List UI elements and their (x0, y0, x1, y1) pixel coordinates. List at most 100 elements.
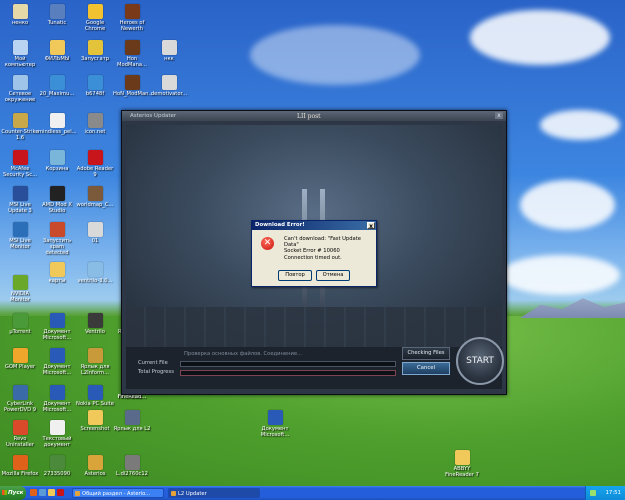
desktop-icon[interactable]: Screenshot (76, 410, 114, 433)
cancel-button[interactable]: Cancel (402, 362, 450, 375)
explorer-icon[interactable] (39, 489, 46, 496)
shortcut-icon (454, 450, 470, 465)
updater-icon (171, 491, 176, 496)
desktop-icon-label: HoN_ModMan... (113, 91, 154, 97)
desktop-icon-label: Ventrilo (85, 329, 105, 335)
desktop-icon[interactable]: Asterios (76, 455, 114, 478)
desktop-icon[interactable]: Hon ModMana... (113, 40, 151, 69)
desktop-icon-label: Heroes of Newerth (119, 20, 145, 32)
browser-icon (75, 491, 80, 496)
desktop-icon[interactable]: Nokia PC Suite (76, 385, 114, 408)
desktop-icon[interactable]: Google Chrome (76, 4, 114, 33)
desktop-icon[interactable]: Ventrilo (76, 313, 114, 336)
desktop-icon[interactable]: Tunatic (38, 4, 76, 27)
shortcut-icon (124, 75, 140, 90)
desktop-icon[interactable]: Adobe Reader 9 (76, 150, 114, 179)
checking-files-button[interactable]: Checking Files (402, 347, 450, 360)
taskbar-task-forum[interactable]: Общий раздел - Asterio... (72, 488, 164, 498)
desktop-icon[interactable]: ABBYY FineReader 7 (443, 450, 481, 479)
desktop-icon[interactable]: McAfee Security Sc... (1, 150, 39, 179)
wallpaper-cloud (500, 255, 620, 295)
desktop-icon[interactable]: L.di2760c12 (113, 455, 151, 478)
shortcut-icon (49, 186, 65, 201)
desktop-icon[interactable]: ФИЛЬМЫ (38, 40, 76, 63)
updater-title: Asterios Updater (130, 113, 177, 119)
shortcut-icon (87, 113, 103, 128)
updater-close-button[interactable]: x (495, 112, 503, 119)
taskbar-task-updater[interactable]: L2 Updater (168, 488, 260, 498)
desktop-icon[interactable]: Revo Uninstaller (1, 420, 39, 449)
desktop-icon[interactable]: Heroes of Newerth (113, 4, 151, 33)
desktop-icon-label: Screenshot (80, 426, 110, 432)
desktop-icon[interactable]: Документ Microsoft... (256, 410, 294, 439)
status-message: Проверка основных файлов. Соединение... (184, 351, 302, 357)
desktop-icon[interactable]: worldmap_C... (76, 186, 114, 209)
desktop-icon[interactable]: demotivator... (150, 75, 188, 98)
error-message: Can't download: "Fast Update Data" (284, 236, 361, 248)
desktop-icon[interactable]: MSI Live Update 3 (1, 186, 39, 215)
desktop-icon-label: ненко (11, 20, 29, 26)
dialog-title: Download Error! (255, 222, 305, 228)
dialog-titlebar[interactable]: Download Error! x (252, 221, 376, 230)
start-menu-button[interactable]: Пуск (0, 486, 26, 500)
desktop-icon[interactable]: Запустить spam detected (38, 222, 76, 257)
shortcut-icon (87, 455, 103, 470)
shortcut-icon (87, 150, 103, 165)
task-label: L2 Updater (178, 491, 207, 497)
shortcut-icon (12, 420, 28, 435)
desktop-icon[interactable]: NVIDIA Monitor (1, 275, 39, 304)
shortcut-icon (124, 455, 140, 470)
desktop-icon[interactable]: Запусгатр (76, 40, 114, 63)
shortcut-icon (267, 410, 283, 425)
retry-button[interactable]: Повтор (278, 270, 312, 281)
desktop-icon[interactable]: mindless_pel... (38, 113, 77, 136)
desktop-icon-label: Revo Uninstaller (6, 436, 34, 448)
desktop-icon[interactable]: карты (38, 262, 76, 285)
folder-icon[interactable] (48, 489, 55, 496)
updater-titlebar[interactable]: Asterios Updater LII post x (122, 111, 506, 121)
network-icon[interactable] (590, 490, 596, 496)
total-progress-bar (180, 370, 396, 376)
desktop-icon[interactable]: ненко (1, 4, 39, 27)
app-icon[interactable] (57, 489, 64, 496)
desktop-icon[interactable]: icon.net (76, 113, 114, 136)
firefox-icon[interactable] (30, 489, 37, 496)
desktop-icon[interactable]: Ярлык для L2 (113, 410, 151, 433)
desktop-icon[interactable]: Сетевое окружение (1, 75, 39, 104)
desktop-icon[interactable]: Mozilla Firefox (1, 455, 39, 478)
desktop-icon[interactable]: b6748f (76, 75, 114, 98)
desktop-icon[interactable]: ventrilo-3.0... (76, 262, 114, 285)
shortcut-icon (49, 150, 65, 165)
shortcut-icon (87, 348, 103, 363)
shortcut-icon (161, 75, 177, 90)
desktop-icon[interactable]: Текстовый документ (38, 420, 76, 449)
desktop-icon-label: b6748f (85, 91, 105, 97)
dialog-cancel-button[interactable]: Отмена (316, 270, 350, 281)
desktop-icon[interactable]: 01 (76, 222, 114, 245)
desktop-icon[interactable]: Мой компьютер (1, 40, 39, 69)
dialog-close-button[interactable]: x (367, 222, 375, 230)
desktop-icon-label: Ярлык для L2 (113, 426, 151, 432)
desktop-icon[interactable]: AMD Mod X Studio (38, 186, 76, 215)
desktop-icon[interactable]: µTorrent (1, 313, 39, 336)
desktop-icon[interactable]: 20_Maximu... (38, 75, 76, 98)
shortcut-icon (49, 420, 65, 435)
desktop-icon-label: worldmap_C... (76, 202, 114, 208)
desktop-icon[interactable]: 27335090 (38, 455, 76, 478)
desktop-icon-label: MSI Live Monitor (9, 238, 31, 250)
desktop-icon[interactable]: CyberLink PowerDVD 9 (1, 385, 39, 414)
desktop-icon[interactable]: HoN_ModMan... (113, 75, 154, 98)
start-button[interactable]: START (456, 337, 504, 385)
desktop-icon[interactable]: GOM Player (1, 348, 39, 371)
shortcut-icon (12, 4, 28, 19)
desktop-icon[interactable]: Корзина (38, 150, 76, 173)
desktop-icon[interactable]: MSI Live Monitor (1, 222, 39, 251)
desktop-icon[interactable]: Документ Microsoft... (38, 348, 76, 377)
desktop-icon-label: Запустить spam detected (42, 238, 72, 256)
desktop-icon[interactable]: нкк (150, 40, 188, 63)
desktop-icon[interactable]: Документ Microsoft... (38, 385, 76, 414)
desktop-icon[interactable]: Ярлык для L2Inform... (76, 348, 114, 377)
desktop-icon-label: FineRead... (117, 394, 147, 400)
desktop-icon[interactable]: Counter-Strike 1.6 (1, 113, 39, 142)
desktop-icon[interactable]: Документ Microsoft... (38, 313, 76, 342)
